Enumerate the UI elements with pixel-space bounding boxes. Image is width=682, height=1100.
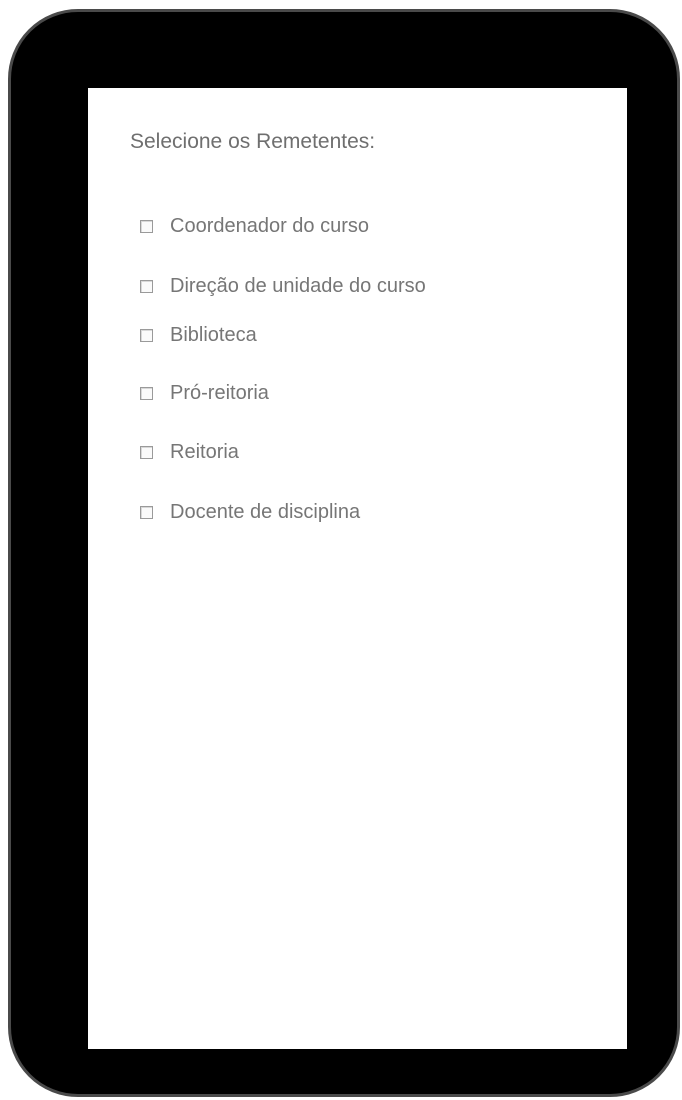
option-label: Biblioteca: [170, 323, 257, 346]
option-biblioteca[interactable]: Biblioteca: [140, 323, 257, 347]
option-label: Coordenador do curso: [170, 214, 370, 237]
option-direcao-de-unidade[interactable]: Direção de unidade do curso: [140, 274, 426, 298]
tablet-frame: Selecione os Remetentes: Coordenador do …: [8, 9, 680, 1097]
option-label: Pró-reitoria: [170, 381, 269, 404]
option-reitoria[interactable]: Reitoria: [140, 440, 239, 464]
option-pro-reitoria[interactable]: Pró-reitoria: [140, 381, 269, 405]
checkbox-direcao-de-unidade[interactable]: [140, 279, 153, 293]
tablet-screen: Selecione os Remetentes: Coordenador do …: [88, 88, 627, 1049]
checkbox-reitoria[interactable]: [140, 445, 153, 459]
checkbox-pro-reitoria[interactable]: [140, 386, 153, 400]
option-label: Reitoria: [170, 440, 239, 463]
checkbox-coordenador-do-curso[interactable]: [140, 219, 153, 233]
option-docente-de-disciplina[interactable]: Docente de disciplina: [140, 500, 360, 524]
form-heading: Selecione os Remetentes:: [130, 130, 376, 153]
checkbox-biblioteca[interactable]: [140, 328, 153, 342]
option-coordenador-do-curso[interactable]: Coordenador do curso: [140, 214, 369, 238]
option-label: Docente de disciplina: [170, 500, 361, 523]
option-label: Direção de unidade do curso: [170, 274, 426, 297]
checkbox-docente-de-disciplina[interactable]: [140, 505, 153, 519]
